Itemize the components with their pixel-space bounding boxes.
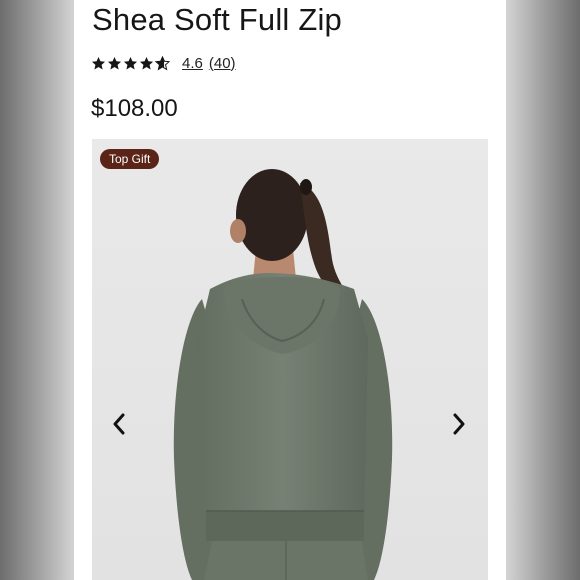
rating-row: 4.6 (40) — [91, 53, 236, 73]
image-gallery[interactable]: Top Gift — [92, 139, 488, 580]
rating-value-link[interactable]: 4.6 — [182, 55, 203, 72]
star-icon — [139, 56, 154, 69]
chevron-right-icon — [453, 413, 465, 435]
star-rating — [91, 55, 170, 71]
product-title: Shea Soft Full Zip — [92, 2, 342, 37]
star-icon — [123, 56, 138, 69]
product-price: $108.00 — [91, 95, 178, 122]
top-gift-badge: Top Gift — [100, 149, 160, 169]
chevron-left-icon — [113, 413, 125, 435]
previous-image-button[interactable] — [104, 409, 134, 439]
next-image-button[interactable] — [444, 409, 474, 439]
star-icon — [107, 56, 122, 69]
product-page: Shea Soft Full Zip 4.6 (40) $108.00 Top … — [74, 0, 506, 580]
star-icon — [91, 56, 106, 69]
product-image — [92, 139, 488, 580]
review-count-link[interactable]: (40) — [209, 55, 236, 72]
star-half-icon — [155, 55, 170, 70]
